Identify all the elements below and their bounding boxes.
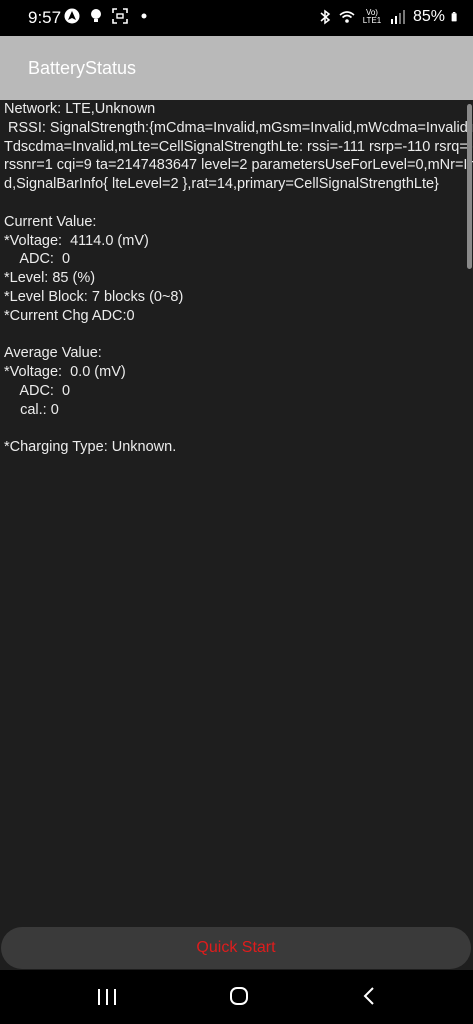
lightbulb-icon [91, 9, 101, 22]
home-icon[interactable] [229, 986, 249, 1006]
dot-icon [141, 13, 147, 19]
info-line: RSSI: SignalStrength:{mCdma=Invalid,mGsm… [4, 119, 473, 136]
back-icon[interactable] [362, 986, 376, 1006]
info-line: *Level Block: 7 blocks (0~8) [4, 288, 184, 305]
info-line: Average Value: [4, 345, 102, 362]
recent-apps-icon[interactable] [96, 988, 118, 1006]
info-line: *Charging Type: Unknown. [4, 439, 177, 456]
info-line: Tdscdma=Invalid,mLte=CellSignalStrengthL… [4, 138, 473, 155]
info-line: ADC: 0 [4, 382, 71, 399]
wifi-icon [339, 11, 355, 23]
info-line: Network: LTE,Unknown [4, 101, 156, 117]
battery-icon [451, 12, 457, 22]
info-line: *Voltage: 4114.0 (mV) [4, 232, 149, 249]
info-line: *Level: 85 (%) [4, 270, 96, 287]
navigation-bar [0, 970, 473, 1024]
info-line: *Current Chg ADC:0 [4, 307, 135, 324]
screenshot-icon [112, 8, 128, 24]
info-line: Current Value: [4, 213, 97, 230]
battery-info-text: Network: LTE,Unknown RSSI: SignalStrengt… [0, 100, 473, 920]
android-auto-icon [64, 8, 80, 24]
info-line: *Voltage: 0.0 (mV) [4, 364, 126, 381]
info-line: ADC: 0 [4, 251, 71, 268]
app-title: BatteryStatus [28, 58, 137, 78]
quick-start-button[interactable]: Quick Start [1, 927, 471, 969]
clock: 9:57 [28, 8, 62, 27]
volte-icon: Vo) LTE1 [362, 8, 382, 25]
quick-start-label: Quick Start [196, 939, 276, 956]
scrollbar[interactable] [467, 104, 472, 269]
info-line: rssnr=1 cqi=9 ta=2147483647 level=2 para… [4, 157, 473, 174]
bluetooth-icon [320, 9, 331, 25]
info-line: cal.: 0 [4, 401, 59, 418]
info-line: d,SignalBarInfo{ lteLevel=2 },rat=14,pri… [4, 176, 439, 193]
battery-percent: 85% [412, 8, 445, 25]
notification-icons [64, 8, 152, 24]
app-bar: BatteryStatus [0, 36, 473, 100]
signal-icon [390, 10, 405, 24]
status-bar: 9:57 Vo) LTE1 85% [0, 0, 473, 36]
system-status-icons: Vo) LTE1 85% [317, 8, 461, 26]
